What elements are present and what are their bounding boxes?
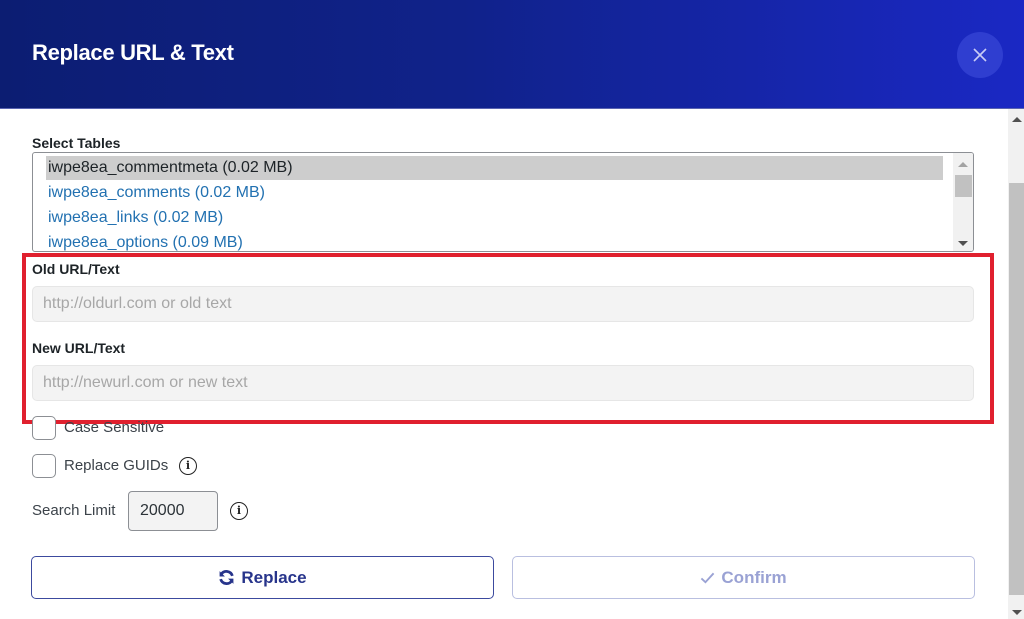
replace-guids-label: Replace GUIDs [64,457,169,474]
confirm-button[interactable]: Confirm [512,556,975,599]
search-limit-input[interactable] [128,491,218,531]
table-option[interactable]: iwpe8ea_links (0.02 MB) [46,206,223,230]
case-sensitive-checkbox[interactable] [32,416,56,440]
scroll-up-arrow-icon[interactable] [1012,117,1022,122]
case-sensitive-label: Case Sensitive [64,419,165,436]
search-limit-label: Search Limit [32,502,116,519]
close-button[interactable] [957,32,1003,78]
table-option[interactable]: iwpe8ea_comments (0.02 MB) [46,181,265,205]
tables-listbox[interactable]: iwpe8ea_commentmeta (0.02 MB) iwpe8ea_co… [32,152,974,252]
scroll-down-arrow-icon[interactable] [1012,610,1022,615]
replace-button[interactable]: Replace [31,556,494,599]
replace-button-label: Replace [241,567,307,587]
new-url-input[interactable] [32,365,974,401]
dialog-title: Replace URL & Text [32,40,234,65]
replace-guids-checkbox[interactable] [32,454,56,478]
table-option[interactable]: iwpe8ea_options (0.09 MB) [46,231,243,251]
info-icon[interactable]: i [230,502,248,520]
info-icon[interactable]: i [179,457,197,475]
close-icon [973,48,987,62]
scroll-down-arrow-icon[interactable] [958,241,968,246]
confirm-button-label: Confirm [721,567,787,587]
listbox-scrollbar[interactable] [953,153,973,251]
scrollbar-thumb[interactable] [1009,183,1024,595]
scrollbar-thumb[interactable] [955,175,972,197]
refresh-icon [219,570,235,585]
page-scrollbar[interactable] [1008,109,1024,619]
dialog-header: Replace URL & Text [0,0,1024,109]
new-url-label: New URL/Text [32,340,126,356]
old-url-input[interactable] [32,286,974,322]
scroll-up-arrow-icon[interactable] [958,162,968,167]
select-tables-label: Select Tables [32,135,121,151]
check-icon [701,572,715,584]
table-option[interactable]: iwpe8ea_commentmeta (0.02 MB) [46,156,943,180]
old-url-label: Old URL/Text [32,261,120,277]
